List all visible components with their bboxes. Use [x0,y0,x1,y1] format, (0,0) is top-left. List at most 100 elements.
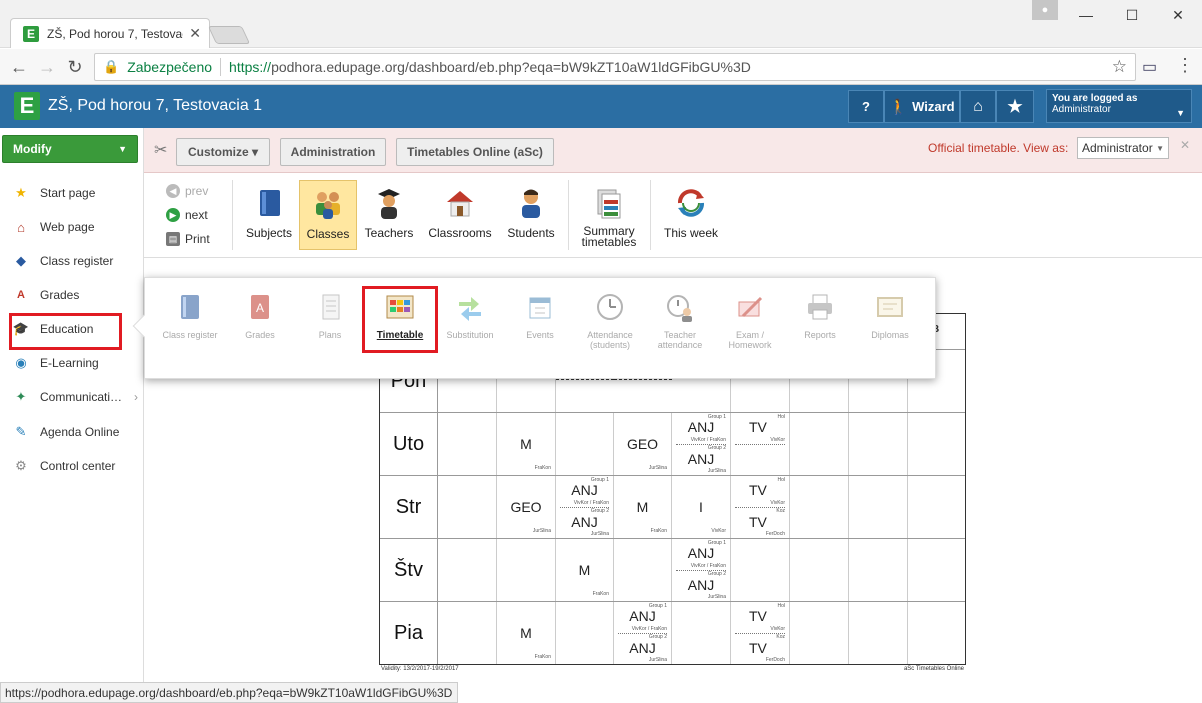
lesson-subject: ANJ [687,419,715,435]
lesson-cell[interactable] [849,413,908,475]
timetables-online-button[interactable]: Timetables Online (aSc) [396,138,554,166]
popup-item-plans[interactable]: Plans [297,292,363,340]
sidebar-item-start-page[interactable]: ★ Start page [12,180,144,206]
popup-item-substitution[interactable]: Substitution [437,292,503,340]
profile-icon[interactable]: ● [1032,0,1058,20]
url-field[interactable]: 🔒 Zabezpečeno https:// podhora.edupage.o… [94,53,1136,81]
lesson-cell[interactable]: Group 1 ANJ VivKor / FraKon Group 2 ANJ … [672,413,731,475]
lesson-cell[interactable]: Hol TV VivKor [731,413,790,475]
help-button[interactable]: ? [848,90,884,123]
lesson-cell[interactable] [438,539,497,601]
lesson-cell[interactable]: Group 1 ANJ VivKor / FraKon Group 2 ANJ … [614,602,672,664]
popup-item-grades[interactable]: A Grades [227,292,293,340]
lesson-cell[interactable] [790,602,849,664]
lesson-cell[interactable]: M FraKon [614,476,672,538]
forward-arrow-icon[interactable]: → [36,56,58,78]
lesson-cell[interactable] [614,539,672,601]
cast-icon[interactable]: ▭ [1142,57,1157,77]
sidebar-item-control-center[interactable]: ⚙ Control center [12,453,144,479]
print-button[interactable]: ▤ Print [166,232,210,246]
lesson-cell[interactable]: Group 1 ANJ VivKor / FraKon Group 2 ANJ … [556,476,614,538]
wizard-button[interactable]: 🚶 Wizard [884,90,960,123]
lesson-subject: I [699,499,703,515]
sidebar-item-grades[interactable]: A Grades [12,282,144,308]
modify-button[interactable]: Modify ▼ [2,135,138,163]
lesson-cell[interactable] [438,602,497,664]
sidebar-item-e-learning[interactable]: ◉ E-Learning [12,350,144,376]
view-as-select[interactable]: Administrator ▼ [1077,137,1169,159]
back-arrow-icon[interactable]: ← [8,56,30,78]
ribbon-label: Students [507,226,555,240]
page-scrollbar[interactable] [1188,258,1202,682]
sidebar-item-communication[interactable]: ✦ Communicati… › [12,384,144,410]
favorites-button[interactable]: ★ [996,90,1034,123]
lesson-cell[interactable] [497,539,556,601]
home-button[interactable]: ⌂ [960,90,996,123]
popup-item-label: Plans [318,330,342,340]
user-menu[interactable]: You are logged as Administrator ▼ [1046,89,1192,123]
popup-item-diplomas[interactable]: Diplomas [857,292,923,340]
admin-toolbar: ✂ Customize ▾ Administration Timetables … [144,128,1202,173]
lesson-cell[interactable]: M FraKon [497,413,556,475]
close-icon[interactable]: ✕ [1180,138,1190,152]
browser-menu-icon[interactable]: ⋮ [1176,55,1194,76]
next-button[interactable]: ▶ next [166,208,208,222]
popup-item-attendance-students[interactable]: Attendance (students) [577,292,643,350]
sidebar-item-class-register[interactable]: ◆ Class register [12,248,144,274]
popup-item-exam-homework[interactable]: Exam / Homework [717,292,783,350]
minimize-icon[interactable]: — [1066,4,1106,26]
lesson-cell[interactable]: Hol TV VivKor Koz TV FerDoch [731,602,790,664]
ribbon-classes[interactable]: Classes [299,180,357,250]
bookmark-star-icon[interactable]: ☆ [1112,57,1127,77]
administration-button[interactable]: Administration [280,138,386,166]
edupage-logo[interactable]: E [14,92,40,120]
ribbon-this-week[interactable]: This week [660,180,722,250]
ribbon-teachers[interactable]: Teachers [360,180,418,250]
reload-icon[interactable]: ↻ [64,56,86,78]
lesson-cell[interactable]: Group 1 ANJ VivKor / FraKon Group 2 ANJ … [672,539,731,601]
close-window-icon[interactable]: ✕ [1158,4,1198,26]
lesson-cell[interactable]: I VivKor [672,476,731,538]
lesson-cell[interactable]: M FraKon [556,539,614,601]
close-tab-icon[interactable]: ✕ [189,25,201,42]
browser-tab[interactable]: E ZŠ, Pod horou 7, Testovac ✕ [10,18,210,48]
school-title[interactable]: ZŠ, Pod horou 7, Testovacia 1 [48,97,262,115]
ribbon-students[interactable]: Students [502,180,560,250]
prev-button[interactable]: ◀ prev [166,184,208,198]
sidebar-item-web-page[interactable]: ⌂ Web page [12,214,144,240]
validity-label: Validity: 13/2/2017-19/2/2017 [381,666,459,672]
customize-button[interactable]: Customize ▾ [176,138,270,166]
popup-item-events[interactable]: Events [507,292,573,340]
ribbon-classrooms[interactable]: Classrooms [426,180,494,250]
lesson-cell[interactable] [438,413,497,475]
lesson-cell[interactable] [556,413,614,475]
lesson-cell[interactable] [438,476,497,538]
lesson-cell[interactable] [849,602,908,664]
lesson-cell[interactable] [672,602,731,664]
exam-pencil-icon [735,292,765,322]
popup-item-label: Class register [162,330,218,340]
lesson-cell[interactable] [849,476,908,538]
lesson-cell[interactable]: GEO JurSlina [497,476,556,538]
ribbon-subjects[interactable]: Subjects [240,180,298,250]
sidebar-item-agenda-online[interactable]: ✎ Agenda Online [12,419,144,445]
ribbon-summary-timetables[interactable]: Summary timetables [578,180,640,250]
lesson-cell[interactable] [849,539,908,601]
lesson-cell[interactable]: M FraKon [497,602,556,664]
lesson-cell[interactable]: GEO JurSlina [614,413,672,475]
lesson-cell[interactable] [731,539,790,601]
lesson-cell[interactable] [790,539,849,601]
lesson-teacher: JurSlina [532,528,551,534]
lesson-cell[interactable]: Hol TV VivKor Koz TV FerDoch [731,476,790,538]
lesson-cell[interactable] [790,413,849,475]
popup-item-class-register[interactable]: Class register [157,292,223,340]
url-text: podhora.edupage.org/dashboard/eb.php?eqa… [271,59,751,75]
popup-item-reports[interactable]: Reports [787,292,853,340]
ribbon-label: This week [663,226,719,240]
lesson-teacher: JurSlina [648,465,667,471]
maximize-icon[interactable]: ☐ [1112,4,1152,26]
lesson-cell[interactable] [790,476,849,538]
lesson-cell[interactable] [556,602,614,664]
new-tab-button[interactable] [207,26,251,44]
popup-item-teacher-attendance[interactable]: Teacher attendance [647,292,713,350]
